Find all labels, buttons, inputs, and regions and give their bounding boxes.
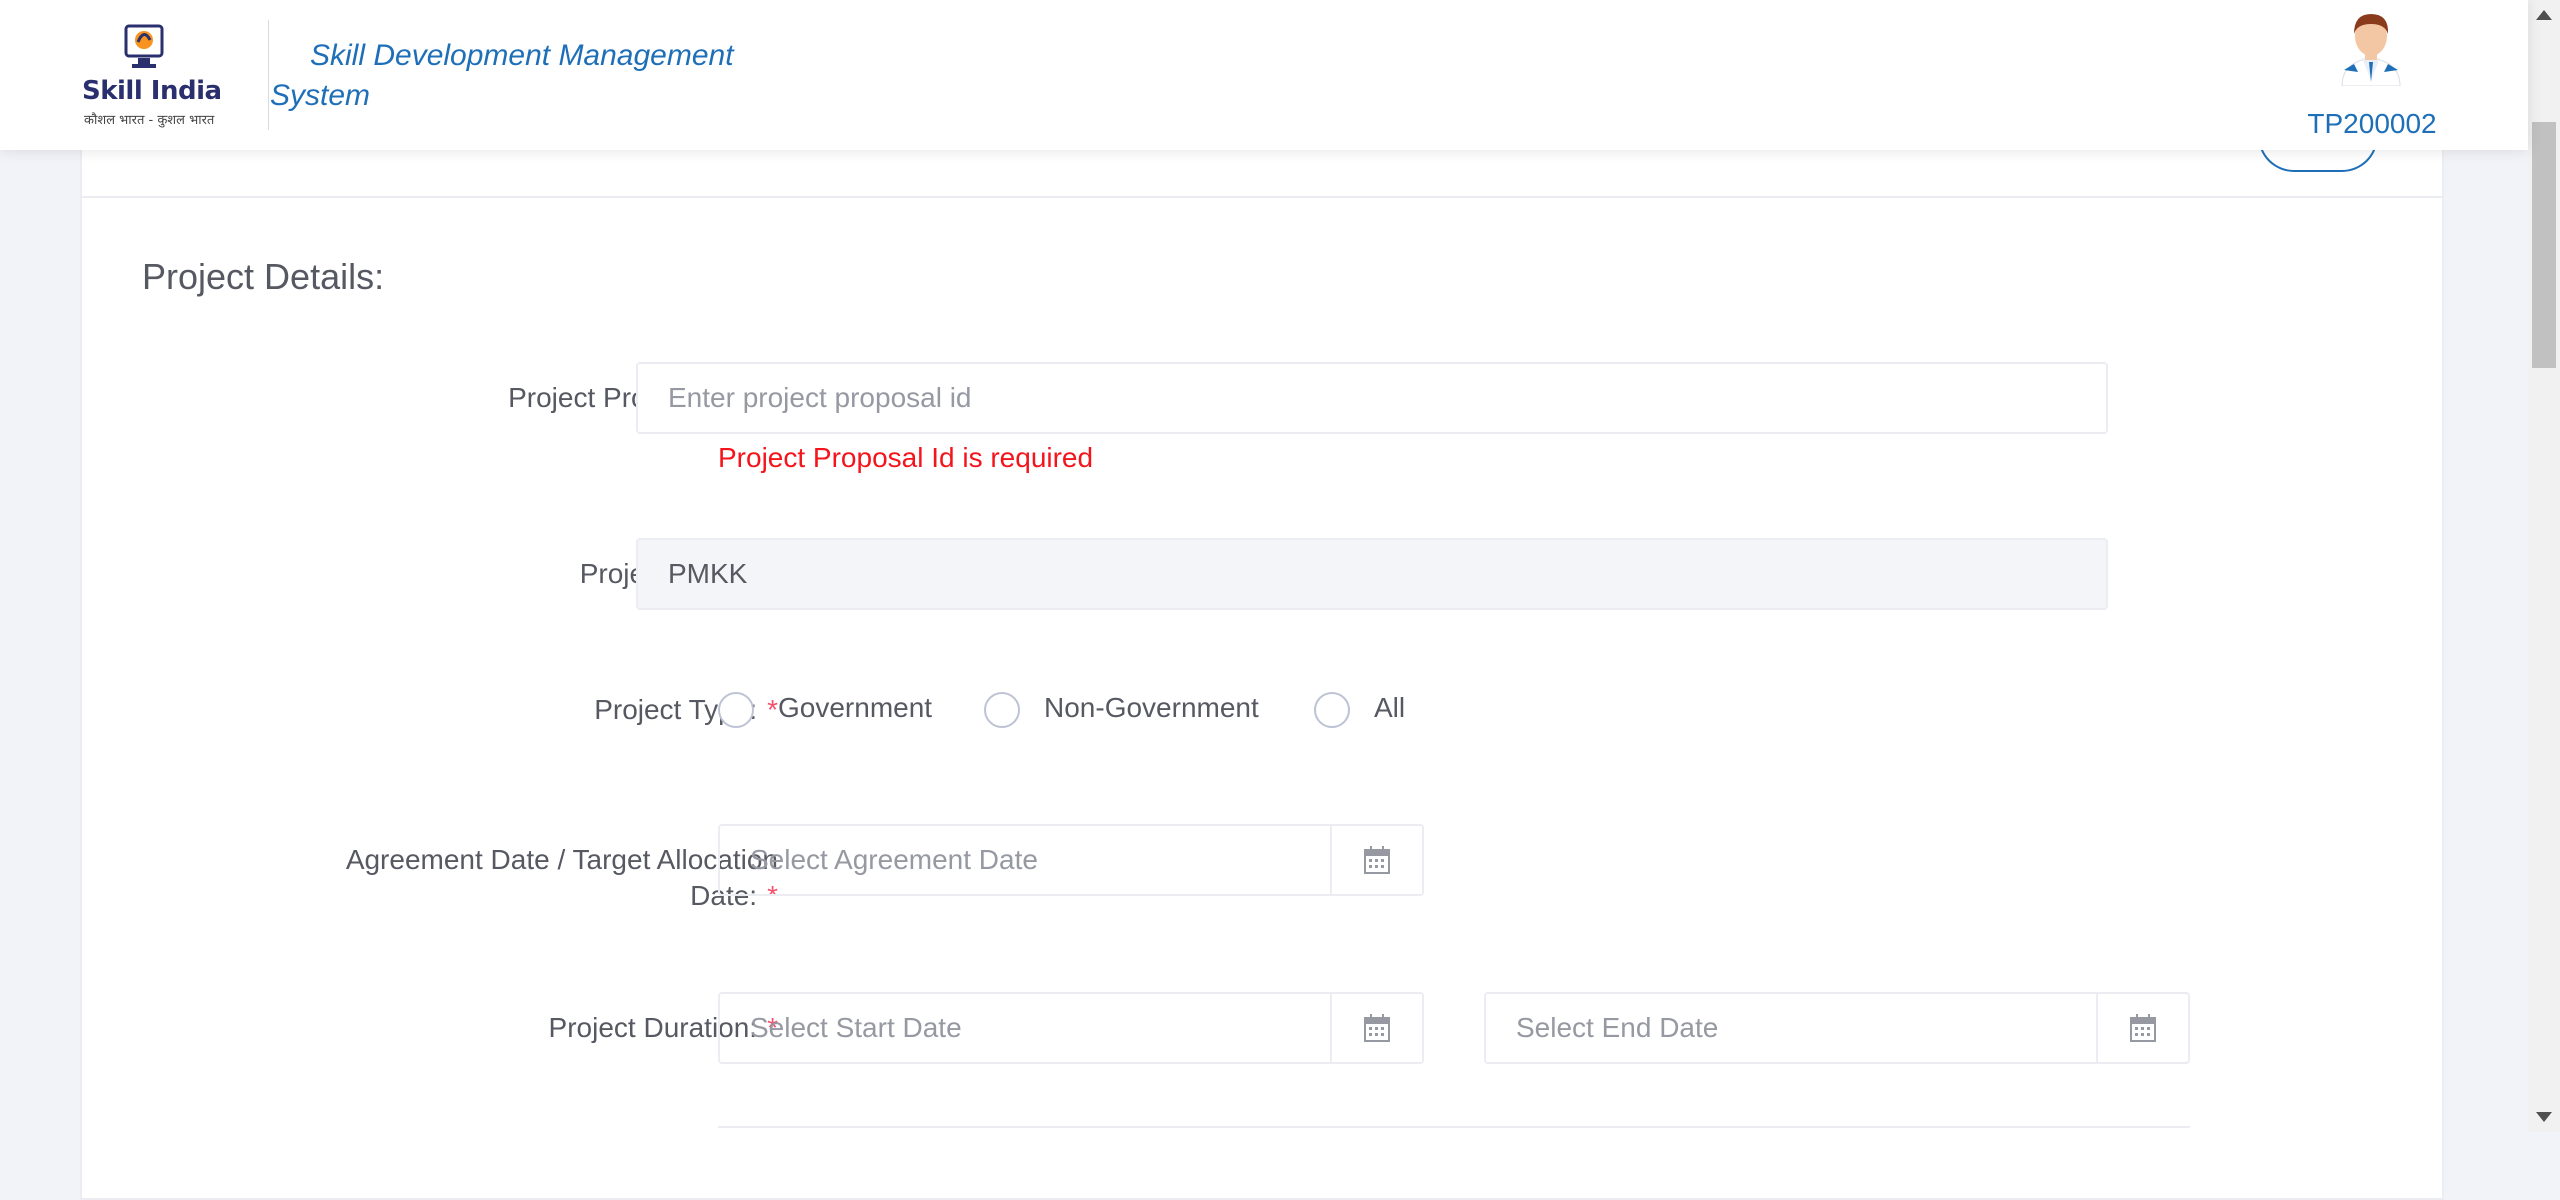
end-date-picker: Select End Date xyxy=(1484,992,2192,1064)
next-field-edge xyxy=(718,1126,2190,1148)
end-date-input[interactable]: Select End Date xyxy=(1484,992,2098,1064)
required-marker: * xyxy=(767,694,778,725)
section-title: Project Details: xyxy=(142,256,385,297)
agreement-date-label: Agreement Date / Target Allocation Date:… xyxy=(258,842,778,914)
scroll-up-arrow-icon[interactable] xyxy=(2536,10,2552,20)
header-divider xyxy=(268,20,269,130)
skill-india-logo[interactable]: Skill India कौशल भारत - कुशल भारत xyxy=(78,22,222,130)
project-name-input[interactable]: PMKK xyxy=(636,538,2108,610)
agreement-date-calendar-button[interactable] xyxy=(1330,824,1424,896)
project-proposal-id-error: Project Proposal Id is required xyxy=(718,442,1094,473)
radio-label-all[interactable]: All xyxy=(1374,692,1405,724)
vertical-scrollbar[interactable] xyxy=(2528,0,2560,1132)
scroll-down-arrow-icon[interactable] xyxy=(2536,1112,2552,1122)
start-date-input[interactable]: Select Start Date xyxy=(718,992,1332,1064)
project-proposal-id-input[interactable]: Enter project proposal id xyxy=(636,362,2108,434)
radio-circle[interactable] xyxy=(718,692,754,728)
user-id-label[interactable]: TP200002 xyxy=(2304,108,2440,140)
end-date-calendar-button[interactable] xyxy=(2096,992,2190,1064)
radio-label-non-government[interactable]: Non-Government xyxy=(1044,692,1259,724)
radio-label-government[interactable]: Government xyxy=(778,692,932,724)
calendar-icon xyxy=(1364,846,1390,874)
start-date-picker: Select Start Date xyxy=(718,992,1424,1064)
scroll-thumb[interactable] xyxy=(2532,122,2556,368)
calendar-icon xyxy=(2130,1014,2156,1042)
radio-circle[interactable] xyxy=(984,692,1020,728)
radio-circle[interactable] xyxy=(1314,692,1350,728)
agreement-date-picker: Select Agreement Date xyxy=(718,824,1424,896)
calendar-icon xyxy=(1364,1014,1390,1042)
card-separator xyxy=(82,196,2442,198)
app-title: Skill Development Management System xyxy=(270,39,734,112)
logo-brand-text: Skill India xyxy=(82,76,222,106)
agreement-date-input[interactable]: Select Agreement Date xyxy=(718,824,1332,896)
skill-india-emblem xyxy=(124,24,164,68)
start-date-calendar-button[interactable] xyxy=(1330,992,1424,1064)
logo-tagline: कौशल भारत - कुशल भारत xyxy=(84,113,215,128)
label-text: Agreement Date / Target Allocation Date: xyxy=(345,844,778,911)
user-avatar-icon[interactable] xyxy=(2336,12,2406,86)
top-header: Skill India कौशल भारत - कुशल भारत Skill … xyxy=(0,0,2528,150)
